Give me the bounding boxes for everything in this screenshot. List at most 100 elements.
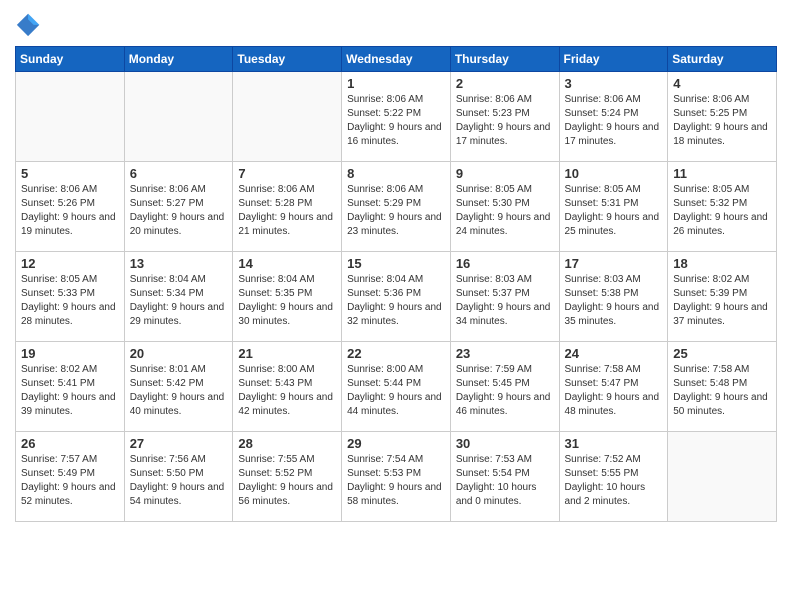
day-number: 29: [347, 436, 445, 451]
day-info: Sunrise: 7:52 AM Sunset: 5:55 PM Dayligh…: [565, 453, 663, 509]
calendar-cell: 9Sunrise: 8:05 AM Sunset: 5:30 PM Daylig…: [450, 162, 559, 252]
day-info: Sunrise: 7:59 AM Sunset: 5:45 PM Dayligh…: [456, 363, 554, 419]
day-number: 26: [21, 436, 119, 451]
day-info: Sunrise: 8:05 AM Sunset: 5:31 PM Dayligh…: [565, 183, 663, 239]
calendar-cell: 5 Sunrise: 8:06 AM Sunset: 5:26 PM Daylig…: [16, 162, 125, 252]
day-number: 4: [673, 76, 771, 91]
day-number: 3: [565, 76, 663, 91]
day-number: 6: [130, 166, 228, 181]
day-number: 15: [347, 256, 445, 271]
calendar-cell: 28 Sunrise: 7:55 AM Sunset: 5:52 PM Dayli…: [233, 432, 342, 522]
day-number: 19: [21, 346, 119, 361]
calendar-cell: 13 Sunrise: 8:04 AM Sunset: 5:34 PM Dayli…: [124, 252, 233, 342]
day-number: 7: [238, 166, 336, 181]
day-info: Sunrise: 8:06 AM Sunset: 5:25 PM Dayligh…: [673, 93, 771, 149]
calendar-cell: 19 Sunrise: 8:02 AM Sunset: 5:41 PM Dayli…: [16, 342, 125, 432]
day-info: Sunrise: 8:06 AM Sunset: 5:27 PM Dayligh…: [130, 183, 228, 239]
calendar-cell: [233, 72, 342, 162]
calendar-cell: [16, 72, 125, 162]
day-number: 27: [130, 436, 228, 451]
calendar-cell: [668, 432, 777, 522]
calendar-cell: 4 Sunrise: 8:06 AM Sunset: 5:25 PM Daylig…: [668, 72, 777, 162]
day-info: Sunrise: 7:54 AM Sunset: 5:53 PM Dayligh…: [347, 453, 445, 509]
day-info: Sunrise: 8:06 AM Sunset: 5:24 PM Dayligh…: [565, 93, 663, 149]
calendar-cell: 18 Sunrise: 8:02 AM Sunset: 5:39 PM Dayli…: [668, 252, 777, 342]
calendar-cell: 27 Sunrise: 7:56 AM Sunset: 5:50 PM Dayli…: [124, 432, 233, 522]
day-number: 25: [673, 346, 771, 361]
calendar-cell: 10 Sunrise: 8:05 AM Sunset: 5:31 PM Dayli…: [559, 162, 668, 252]
day-number: 31: [565, 436, 663, 451]
calendar-cell: 16 Sunrise: 8:03 AM Sunset: 5:37 PM Dayli…: [450, 252, 559, 342]
day-info: Sunrise: 7:57 AM Sunset: 5:49 PM Dayligh…: [21, 453, 119, 509]
logo-icon: [15, 10, 43, 38]
day-info: Sunrise: 8:03 AM Sunset: 5:37 PM Dayligh…: [456, 273, 554, 329]
weekday-header: Friday: [559, 47, 668, 72]
day-number: 16: [456, 256, 554, 271]
weekday-header: Tuesday: [233, 47, 342, 72]
calendar-cell: 6 Sunrise: 8:06 AM Sunset: 5:27 PM Daylig…: [124, 162, 233, 252]
day-number: 1: [347, 76, 445, 91]
week-row: 5 Sunrise: 8:06 AM Sunset: 5:26 PM Daylig…: [16, 162, 777, 252]
day-number: 18: [673, 256, 771, 271]
calendar-cell: 12 Sunrise: 8:05 AM Sunset: 5:33 PM Dayli…: [16, 252, 125, 342]
calendar-table: SundayMondayTuesdayWednesdayThursdayFrid…: [15, 46, 777, 522]
day-info: Sunrise: 8:04 AM Sunset: 5:34 PM Dayligh…: [130, 273, 228, 329]
day-info: Sunrise: 8:02 AM Sunset: 5:41 PM Dayligh…: [21, 363, 119, 419]
day-info: Sunrise: 8:06 AM Sunset: 5:23 PM Dayligh…: [456, 93, 554, 149]
day-info: Sunrise: 8:04 AM Sunset: 5:36 PM Dayligh…: [347, 273, 445, 329]
calendar-cell: 25 Sunrise: 7:58 AM Sunset: 5:48 PM Dayli…: [668, 342, 777, 432]
calendar-cell: 21 Sunrise: 8:00 AM Sunset: 5:43 PM Dayli…: [233, 342, 342, 432]
day-info: Sunrise: 7:56 AM Sunset: 5:50 PM Dayligh…: [130, 453, 228, 509]
page: SundayMondayTuesdayWednesdayThursdayFrid…: [0, 0, 792, 612]
day-info: Sunrise: 8:06 AM Sunset: 5:26 PM Dayligh…: [21, 183, 119, 239]
day-info: Sunrise: 8:02 AM Sunset: 5:39 PM Dayligh…: [673, 273, 771, 329]
day-number: 17: [565, 256, 663, 271]
weekday-header: Saturday: [668, 47, 777, 72]
calendar-cell: 26 Sunrise: 7:57 AM Sunset: 5:49 PM Dayli…: [16, 432, 125, 522]
week-row: 19 Sunrise: 8:02 AM Sunset: 5:41 PM Dayli…: [16, 342, 777, 432]
calendar-cell: 17 Sunrise: 8:03 AM Sunset: 5:38 PM Dayli…: [559, 252, 668, 342]
day-number: 21: [238, 346, 336, 361]
day-info: Sunrise: 7:58 AM Sunset: 5:48 PM Dayligh…: [673, 363, 771, 419]
calendar-cell: 2 Sunrise: 8:06 AM Sunset: 5:23 PM Daylig…: [450, 72, 559, 162]
logo: [15, 10, 47, 38]
week-row: 1 Sunrise: 8:06 AM Sunset: 5:22 PM Daylig…: [16, 72, 777, 162]
calendar-cell: 31 Sunrise: 7:52 AM Sunset: 5:55 PM Dayli…: [559, 432, 668, 522]
day-number: 12: [21, 256, 119, 271]
calendar-cell: 8 Sunrise: 8:06 AM Sunset: 5:29 PM Daylig…: [342, 162, 451, 252]
day-info: Sunrise: 8:05 AM Sunset: 5:33 PM Dayligh…: [21, 273, 119, 329]
weekday-header: Wednesday: [342, 47, 451, 72]
calendar-cell: 14Sunrise: 8:04 AM Sunset: 5:35 PM Dayli…: [233, 252, 342, 342]
day-number: 11: [673, 166, 771, 181]
day-info: Sunrise: 8:00 AM Sunset: 5:44 PM Dayligh…: [347, 363, 445, 419]
day-number: 20: [130, 346, 228, 361]
day-info: Sunrise: 8:06 AM Sunset: 5:28 PM Dayligh…: [238, 183, 336, 239]
day-number: 14: [238, 256, 336, 271]
calendar-cell: 20 Sunrise: 8:01 AM Sunset: 5:42 PM Dayli…: [124, 342, 233, 432]
day-info: Sunrise: 8:06 AM Sunset: 5:29 PM Dayligh…: [347, 183, 445, 239]
day-info: Sunrise: 8:03 AM Sunset: 5:38 PM Dayligh…: [565, 273, 663, 329]
weekday-header: Monday: [124, 47, 233, 72]
day-info: Sunrise: 7:55 AM Sunset: 5:52 PM Dayligh…: [238, 453, 336, 509]
day-number: 10: [565, 166, 663, 181]
calendar-cell: 24Sunrise: 7:58 AM Sunset: 5:47 PM Dayli…: [559, 342, 668, 432]
day-info: Sunrise: 8:06 AM Sunset: 5:22 PM Dayligh…: [347, 93, 445, 149]
day-info: Sunrise: 7:58 AM Sunset: 5:47 PM Dayligh…: [565, 363, 663, 419]
day-number: 2: [456, 76, 554, 91]
week-row: 12 Sunrise: 8:05 AM Sunset: 5:33 PM Dayli…: [16, 252, 777, 342]
day-number: 8: [347, 166, 445, 181]
day-number: 28: [238, 436, 336, 451]
day-number: 30: [456, 436, 554, 451]
calendar-cell: 30 Sunrise: 7:53 AM Sunset: 5:54 PM Dayli…: [450, 432, 559, 522]
day-number: 13: [130, 256, 228, 271]
calendar-cell: 1 Sunrise: 8:06 AM Sunset: 5:22 PM Daylig…: [342, 72, 451, 162]
calendar-cell: 23Sunrise: 7:59 AM Sunset: 5:45 PM Dayli…: [450, 342, 559, 432]
day-info: Sunrise: 8:05 AM Sunset: 5:32 PM Dayligh…: [673, 183, 771, 239]
weekday-row: SundayMondayTuesdayWednesdayThursdayFrid…: [16, 47, 777, 72]
calendar-cell: [124, 72, 233, 162]
day-info: Sunrise: 8:01 AM Sunset: 5:42 PM Dayligh…: [130, 363, 228, 419]
day-number: 5: [21, 166, 119, 181]
calendar-cell: 7 Sunrise: 8:06 AM Sunset: 5:28 PM Daylig…: [233, 162, 342, 252]
day-info: Sunrise: 7:53 AM Sunset: 5:54 PM Dayligh…: [456, 453, 554, 509]
day-info: Sunrise: 8:00 AM Sunset: 5:43 PM Dayligh…: [238, 363, 336, 419]
